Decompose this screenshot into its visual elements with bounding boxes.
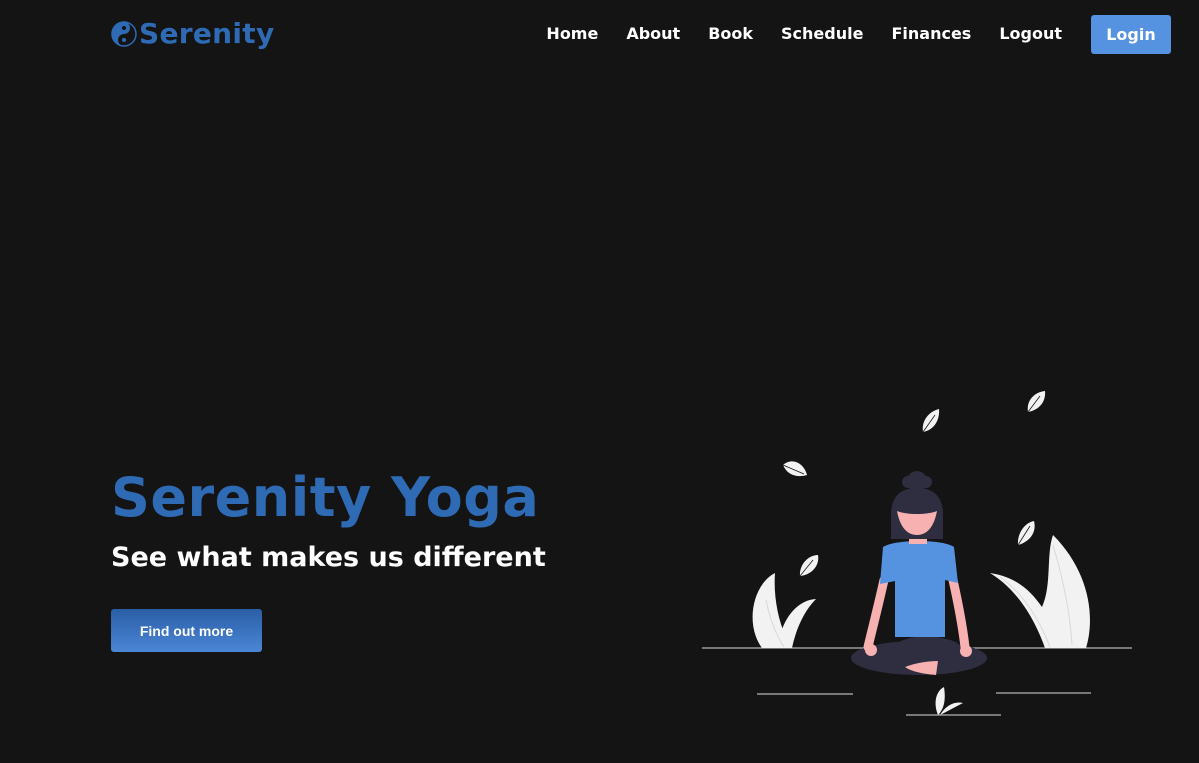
nav-link-about[interactable]: About [626, 14, 680, 54]
floating-leaf-icon [1027, 391, 1046, 413]
main-nav: Home About Book Schedule Finances Logout… [546, 14, 1171, 54]
brand-name: Serenity [139, 17, 275, 50]
nav-link-schedule[interactable]: Schedule [781, 14, 863, 54]
login-button[interactable]: Login [1091, 14, 1171, 54]
nav-link-book[interactable]: Book [708, 14, 753, 54]
floating-leaf-icon [1017, 521, 1035, 546]
hero-title: Serenity Yoga [111, 466, 540, 529]
meditating-person-illustration [702, 391, 1132, 716]
hero-section: Serenity Yoga See what makes us differen… [111, 466, 546, 576]
floating-leaf-icon [922, 409, 940, 433]
find-out-more-button[interactable]: Find out more [111, 609, 262, 652]
brand-logo[interactable]: Serenity [111, 16, 275, 52]
leaf-plant-right-icon [990, 535, 1090, 648]
yin-yang-icon [111, 21, 137, 47]
meditating-person-icon [851, 471, 987, 675]
nav-link-finances[interactable]: Finances [891, 14, 971, 54]
floating-leaf-icon [799, 555, 819, 577]
hero-subtitle: See what makes us different [111, 542, 546, 573]
nav-link-home[interactable]: Home [546, 14, 598, 54]
small-plant-icon [935, 687, 963, 715]
navbar: Serenity Home About Book Schedule Financ… [0, 0, 1199, 70]
leaf-plant-left-icon [752, 573, 816, 648]
nav-link-logout[interactable]: Logout [999, 14, 1062, 54]
floating-leaf-icon [782, 461, 807, 477]
